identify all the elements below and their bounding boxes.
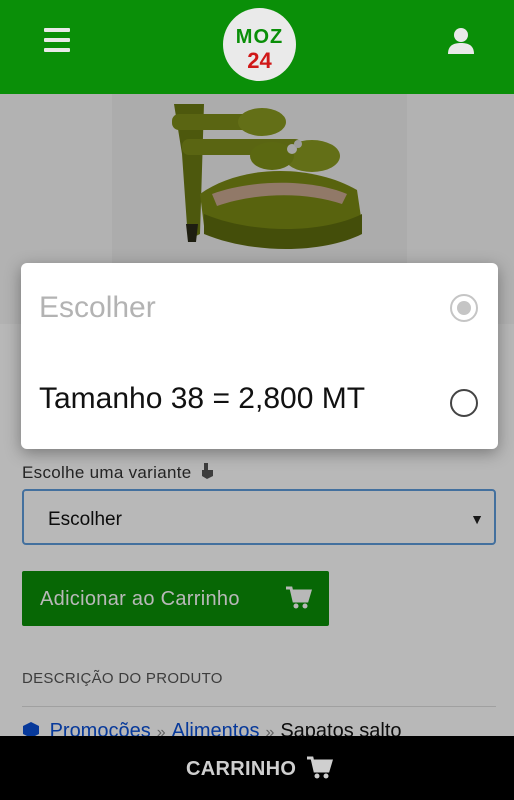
option-tamanho-38[interactable]: Tamanho 38 = 2,800 MT: [21, 356, 498, 449]
app-header: MOZ 24: [0, 0, 514, 94]
variant-options-dialog: Escolher Tamanho 38 = 2,800 MT: [21, 263, 498, 449]
menu-button[interactable]: [40, 26, 74, 56]
site-logo[interactable]: MOZ 24: [223, 8, 296, 81]
logo-text-bottom: 24: [247, 48, 272, 73]
option-label: Tamanho 38 = 2,800 MT: [39, 382, 366, 415]
radio-unselected-icon: [450, 389, 478, 417]
shopping-cart-icon: [307, 756, 333, 779]
user-icon: [448, 28, 474, 54]
cart-bar-button[interactable]: CARRINHO: [0, 736, 514, 800]
option-label: Escolher: [39, 291, 156, 324]
user-account-button[interactable]: [446, 26, 476, 56]
radio-selected-icon: [450, 294, 478, 322]
logo-text-top: MOZ: [235, 26, 284, 48]
cart-label: CARRINHO: [186, 758, 297, 780]
option-escolher[interactable]: Escolher: [21, 263, 498, 356]
